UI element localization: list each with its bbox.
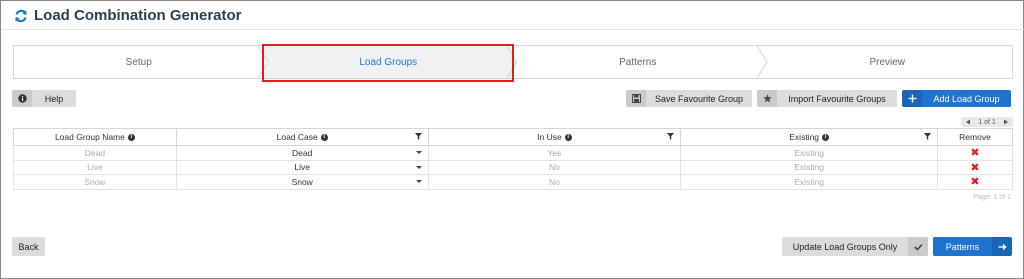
chevron-divider-icon <box>507 46 518 78</box>
update-load-groups-only-button[interactable]: Update Load Groups Only <box>782 237 928 256</box>
remove-row-icon[interactable]: ✖ <box>970 147 979 159</box>
update-load-groups-only-label: Update Load Groups Only <box>792 241 898 252</box>
info-icon: i <box>564 134 572 142</box>
info-icon: i <box>127 134 135 142</box>
add-load-group-button[interactable]: Add Load Group <box>902 90 1011 107</box>
column-header-load-group-name[interactable]: Load Group Name i <box>13 128 177 146</box>
tab-setup[interactable]: Setup <box>14 46 269 78</box>
existing-cell: Existing <box>680 159 939 175</box>
filter-icon[interactable] <box>414 133 422 140</box>
page-info: Page: 1 of 1 <box>973 194 1011 201</box>
tab-patterns[interactable]: Patterns <box>513 46 768 78</box>
page-title: Load Combination Generator <box>34 7 242 24</box>
chevron-divider-icon <box>257 46 269 78</box>
load-case-value: Live <box>294 162 310 173</box>
load-case-select[interactable]: Dead <box>175 145 429 161</box>
load-case-value: Snow <box>291 176 313 187</box>
tab-label: Patterns <box>619 56 657 68</box>
load-case-value: Dead <box>292 147 313 158</box>
load-case-select[interactable]: Live <box>175 159 429 175</box>
remove-cell: ✖ <box>937 174 1013 190</box>
app-window: Load Combination Generator Setup Load Gr… <box>0 0 1024 279</box>
column-header-label: Remove <box>959 132 991 142</box>
star-icon <box>757 90 777 107</box>
filter-icon[interactable] <box>667 133 675 140</box>
tab-preview[interactable]: Preview <box>763 46 1013 78</box>
app-header: Load Combination Generator <box>2 2 1024 30</box>
pager-text: 1 of 1 <box>978 118 996 126</box>
tab-label: Preview <box>869 56 906 68</box>
arrow-left-icon[interactable] <box>965 119 971 125</box>
remove-row-icon[interactable]: ✖ <box>970 162 979 174</box>
info-icon <box>12 90 32 107</box>
tab-label: Load Groups <box>359 56 418 68</box>
chevron-down-icon <box>415 165 422 169</box>
load-group-name-cell: Live <box>13 159 177 175</box>
chevron-down-icon <box>415 151 422 154</box>
remove-cell: ✖ <box>937 145 1013 161</box>
table-header-row: Load Group Name i Load Case i In Use i Exis… <box>13 128 1013 146</box>
filter-icon[interactable] <box>924 133 932 140</box>
plus-icon <box>902 90 922 107</box>
chevron-down-icon <box>415 180 422 183</box>
column-header-existing[interactable]: Existing i <box>680 128 939 146</box>
add-load-group-label: Add Load Group <box>933 93 1000 104</box>
save-favourite-group-label: Save Favourite Group <box>654 93 744 104</box>
in-use-cell: Yes <box>427 145 682 161</box>
remove-cell: ✖ <box>937 159 1013 175</box>
in-use-cell: No <box>427 159 682 175</box>
column-header-load-case[interactable]: Load Case i <box>175 128 429 146</box>
patterns-next-label: Patterns <box>945 241 980 252</box>
column-header-in-use[interactable]: In Use i <box>427 128 682 146</box>
existing-cell: Existing <box>680 145 939 161</box>
check-icon <box>908 237 928 256</box>
table-row: Snow Snow No Existing ✖ <box>13 174 1013 190</box>
import-favourite-groups-label: Import Favourite Groups <box>788 93 886 104</box>
table-pager: 1 of 1 <box>961 117 1013 127</box>
load-groups-table: Load Group Name i Load Case i In Use i Exis… <box>13 128 1013 190</box>
column-header-label: Load Group Name <box>54 132 125 142</box>
in-use-cell: No <box>427 174 682 190</box>
load-group-name-cell: Snow <box>13 174 177 190</box>
help-button-label: Help <box>44 93 64 104</box>
tab-load-groups[interactable]: Load Groups <box>263 46 518 78</box>
info-icon: i <box>320 134 328 142</box>
refresh-logo-icon <box>15 9 27 22</box>
remove-row-icon[interactable]: ✖ <box>970 176 979 188</box>
import-favourite-groups-button[interactable]: Import Favourite Groups <box>757 90 897 107</box>
floppy-disk-icon <box>626 90 646 107</box>
column-header-label: Existing <box>789 132 820 142</box>
tab-label: Setup <box>125 56 152 68</box>
save-favourite-group-button[interactable]: Save Favourite Group <box>626 90 752 107</box>
load-group-name-cell: Dead <box>13 145 177 161</box>
column-header-label: Load Case <box>276 132 318 142</box>
back-button-label: Back <box>18 241 39 252</box>
column-header-label: In Use <box>537 132 562 142</box>
column-header-remove: Remove <box>937 128 1013 146</box>
table-row: Dead Dead Yes Existing ✖ <box>13 145 1013 161</box>
arrow-right-icon[interactable] <box>1003 119 1009 125</box>
help-button[interactable]: Help <box>12 90 76 107</box>
arrow-right-icon <box>992 237 1012 256</box>
info-icon: i <box>822 134 830 142</box>
table-row: Live Live No Existing ✖ <box>13 159 1013 175</box>
back-button[interactable]: Back <box>12 237 45 256</box>
chevron-divider-icon <box>756 46 768 78</box>
existing-cell: Existing <box>680 174 939 190</box>
load-case-select[interactable]: Snow <box>175 174 429 190</box>
wizard-steps: Setup Load Groups Patterns Preview <box>13 45 1013 79</box>
patterns-next-button[interactable]: Patterns <box>933 237 1012 256</box>
